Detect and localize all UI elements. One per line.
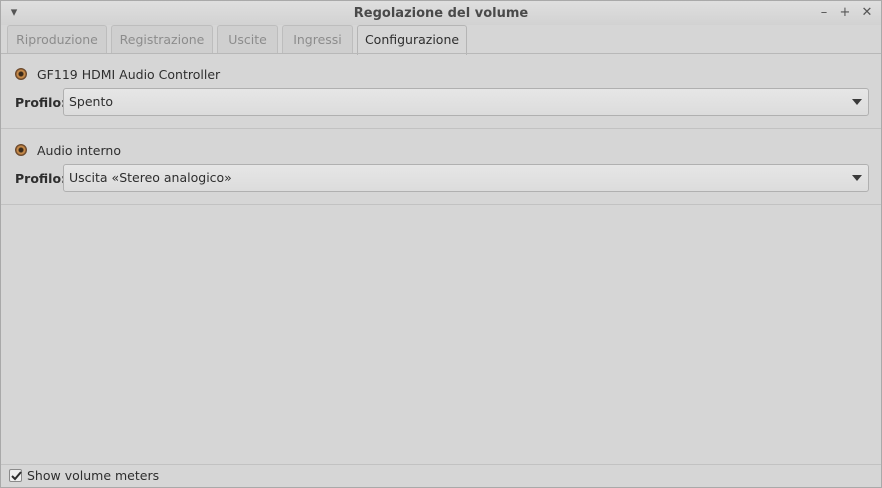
maximize-button[interactable]: + <box>838 5 852 21</box>
close-button[interactable]: ✕ <box>860 5 874 21</box>
tab-uscite[interactable]: Uscite <box>217 25 278 53</box>
window-title: Regolazione del volume <box>353 6 529 21</box>
dropdown-arrow-icon <box>852 175 862 181</box>
volume-control-window: ▾ Regolazione del volume – + ✕ Riproduzi… <box>0 0 882 488</box>
title-bar: ▾ Regolazione del volume – + ✕ <box>1 1 881 25</box>
profile-label: Profilo: <box>15 95 67 110</box>
minimize-button[interactable]: – <box>817 5 831 21</box>
checkmark-icon <box>11 471 22 481</box>
dropdown-arrow-icon <box>852 99 862 105</box>
audio-card-icon <box>15 144 27 156</box>
card-name: GF119 HDMI Audio Controller <box>37 67 221 82</box>
tab-registrazione[interactable]: Registrazione <box>111 25 213 53</box>
audio-card-icon <box>15 68 27 80</box>
profile-select-value: Uscita «Stereo analogico» <box>69 170 232 185</box>
profile-select[interactable]: Uscita «Stereo analogico» <box>63 164 869 192</box>
profile-select[interactable]: Spento <box>63 88 869 116</box>
tab-divider <box>1 53 881 54</box>
tab-ingressi[interactable]: Ingressi <box>282 25 353 53</box>
tab-configurazione[interactable]: Configurazione <box>357 25 467 55</box>
profile-label: Profilo: <box>15 171 67 186</box>
show-volume-meters-checkbox[interactable] <box>9 469 22 482</box>
section-separator <box>1 128 881 129</box>
section-separator <box>1 204 881 205</box>
card-name: Audio interno <box>37 143 121 158</box>
tab-bar: Riproduzione Registrazione Uscite Ingres… <box>1 25 881 55</box>
profile-select-value: Spento <box>69 94 114 109</box>
tab-riproduzione[interactable]: Riproduzione <box>7 25 107 53</box>
show-volume-meters-label[interactable]: Show volume meters <box>27 468 159 484</box>
footer-bar: Show volume meters <box>1 464 881 488</box>
